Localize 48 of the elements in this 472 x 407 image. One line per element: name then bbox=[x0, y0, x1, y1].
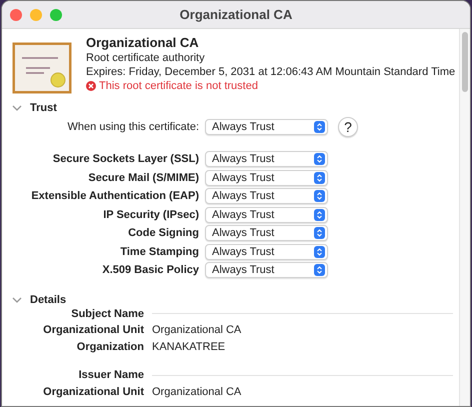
stepper-arrows-icon bbox=[314, 121, 325, 133]
stepper-arrows-icon bbox=[314, 264, 325, 276]
trust-popup[interactable]: Always Trust bbox=[205, 170, 328, 186]
field-label: Organization bbox=[76, 340, 144, 353]
field-value: Organizational CA bbox=[152, 386, 242, 398]
field-label: Extensible Authentication (EAP) bbox=[30, 190, 199, 202]
field-label: Code Signing bbox=[127, 227, 199, 240]
field-label: IP Security (IPsec) bbox=[102, 208, 199, 221]
certificate-type: Root certificate authority bbox=[86, 52, 206, 64]
trust-popup[interactable]: Always Trust bbox=[205, 119, 328, 135]
stepper-arrows-icon bbox=[314, 190, 325, 202]
warning-text: This root certificate is not trusted bbox=[99, 80, 258, 92]
field-label: X.509 Basic Policy bbox=[101, 264, 199, 276]
field-value: Organizational CA bbox=[152, 324, 242, 336]
stepper-arrows-icon bbox=[314, 227, 325, 240]
trust-popup[interactable]: Always Trust bbox=[205, 188, 328, 204]
group-heading: Subject Name bbox=[70, 308, 144, 320]
certificate-name: Organizational CA bbox=[86, 35, 200, 50]
field-label: When using this certificate: bbox=[66, 121, 199, 133]
section-heading: Trust bbox=[30, 102, 57, 114]
field-label: Organizational Unit bbox=[42, 324, 144, 336]
field-label: Organizational Unit bbox=[42, 386, 144, 398]
stepper-arrows-icon bbox=[314, 153, 325, 166]
stepper-arrows-icon bbox=[314, 208, 325, 221]
minimize-button[interactable] bbox=[30, 8, 42, 20]
certificate-icon bbox=[12, 42, 72, 94]
trust-popup[interactable]: Always Trust bbox=[205, 262, 328, 278]
zoom-button[interactable] bbox=[50, 8, 62, 20]
close-button[interactable] bbox=[10, 8, 22, 20]
help-button[interactable]: ? bbox=[338, 117, 358, 137]
trust-popup[interactable]: Always Trust bbox=[205, 244, 328, 260]
stepper-arrows-icon bbox=[314, 246, 325, 258]
field-label: Time Stamping bbox=[119, 246, 199, 258]
disclosure-chevron-icon[interactable] bbox=[12, 104, 22, 112]
field-label: Secure Sockets Layer (SSL) bbox=[52, 153, 199, 166]
scrollbar[interactable] bbox=[459, 29, 470, 406]
error-icon bbox=[86, 81, 96, 91]
field-value: KANAKATREE bbox=[152, 340, 226, 353]
stepper-arrows-icon bbox=[314, 172, 325, 184]
field-label: Secure Mail (S/MIME) bbox=[87, 172, 199, 184]
group-heading: Issuer Name bbox=[78, 369, 144, 382]
section-heading: Details bbox=[30, 294, 66, 306]
trust-popup[interactable]: Always Trust bbox=[205, 206, 328, 223]
expiration-date: Expires: Friday, December 5, 2031 at 12:06:43 AM Mountain Standard Time bbox=[86, 66, 456, 78]
window-title: Organizational CA bbox=[180, 7, 292, 22]
trust-popup[interactable]: Always Trust bbox=[205, 225, 328, 242]
disclosure-chevron-icon[interactable] bbox=[12, 296, 22, 304]
trust-popup[interactable]: Always Trust bbox=[205, 151, 328, 168]
